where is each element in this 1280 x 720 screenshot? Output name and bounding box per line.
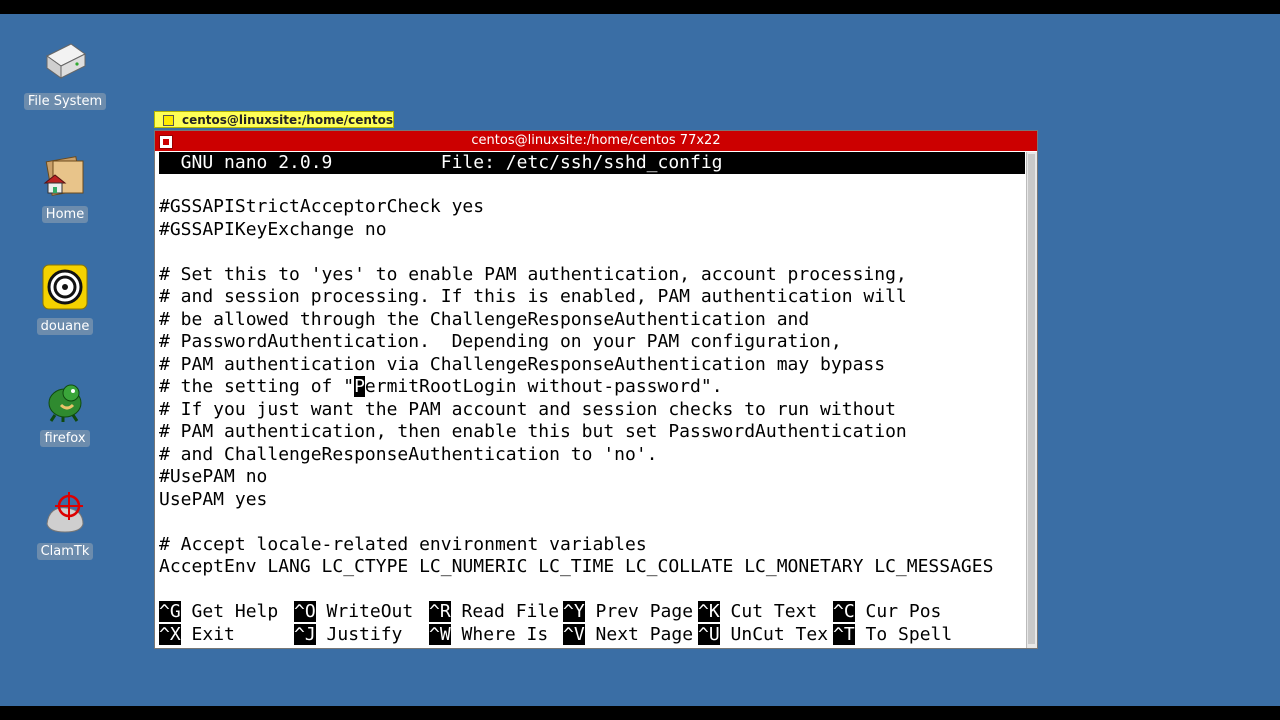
shortcut-key: ^C [833, 601, 855, 622]
shortcut-where-is[interactable]: ^W Where Is [429, 624, 559, 646]
vertical-scrollbar[interactable] [1026, 152, 1037, 648]
shortcut-exit[interactable]: ^X Exit [159, 624, 289, 646]
text-line: # Set this to 'yes' to enable PAM authen… [159, 264, 907, 285]
shortcut-label: Prev Page [584, 601, 694, 622]
shortcut-cur-pos[interactable]: ^C Cur Pos [833, 601, 941, 623]
window-menu-icon[interactable] [159, 135, 173, 149]
shortcut-label: Exit [180, 624, 290, 645]
desktop-icon-label: Home [41, 206, 89, 223]
cursor-line-after: ermitRootLogin without-password". [364, 376, 723, 397]
text-line-cursor: # the setting of "PermitRootLogin withou… [159, 376, 723, 398]
cursor-line-before: # the setting of " [159, 376, 355, 397]
text-line: #GSSAPIKeyExchange no [159, 219, 387, 240]
nano-editor[interactable]: GNU nano 2.0.9 File: /etc/ssh/sshd_confi… [159, 152, 1025, 648]
desktop-icon-label: ClamTk [36, 543, 94, 560]
shortcut-label: Justify [315, 624, 425, 645]
clamtk-icon [41, 488, 89, 536]
shortcut-key: ^Y [563, 601, 585, 622]
window-titlebar[interactable]: centos@linuxsite:/home/centos 77x22 [155, 131, 1037, 151]
shortcut-key: ^G [159, 601, 181, 622]
text-line: # PAM authentication via ChallengeRespon… [159, 354, 886, 375]
shortcut-next-page[interactable]: ^V Next Page [563, 624, 693, 646]
shortcut-key: ^T [833, 624, 855, 645]
shortcut-label: Where Is [450, 624, 560, 645]
shortcut-key: ^R [429, 601, 451, 622]
desktop-icon-label: File System [23, 93, 107, 110]
text-line: # and session processing. If this is ena… [159, 286, 907, 307]
terminal-window[interactable]: centos@linuxsite:/home/centos 77x22 GNU … [154, 130, 1038, 649]
firefox-icon [41, 375, 89, 423]
desktop-icon-firefox[interactable]: firefox [23, 375, 107, 447]
text-line: #UsePAM no [159, 466, 268, 487]
text-line: # be allowed through the ChallengeRespon… [159, 309, 810, 330]
home-folder-icon [41, 151, 89, 199]
text-line: AcceptEnv LANG LC_CTYPE LC_NUMERIC LC_TI… [159, 556, 994, 577]
shortcut-key: ^V [563, 624, 585, 645]
window-title: centos@linuxsite:/home/centos 77x22 [471, 133, 721, 148]
shortcut-key: ^K [698, 601, 720, 622]
shortcut-label: To Spell [854, 624, 953, 645]
shortcut-label: Next Page [584, 624, 694, 645]
shortcut-label: Cut Text [719, 601, 829, 622]
shortcut-key: ^X [159, 624, 181, 645]
text-line: # and ChallengeResponseAuthentication to… [159, 444, 658, 465]
shortcut-to-spell[interactable]: ^T To Spell [833, 624, 952, 646]
text-line: # If you just want the PAM account and s… [159, 399, 896, 420]
shortcut-uncut-text[interactable]: ^U UnCut Tex [698, 624, 828, 646]
shortcut-key: ^O [294, 601, 316, 622]
desktop-icon-douane[interactable]: douane [23, 263, 107, 335]
shortcut-label: WriteOut [315, 601, 425, 622]
text-line: UsePAM yes [159, 489, 268, 510]
shortcut-key: ^U [698, 624, 720, 645]
desktop-icon-clamtk[interactable]: ClamTk [23, 488, 107, 560]
nano-header: GNU nano 2.0.9 File: /etc/ssh/sshd_confi… [159, 152, 1025, 174]
shortcut-label: Read File [450, 601, 560, 622]
shortcut-writeout[interactable]: ^O WriteOut [294, 601, 424, 623]
desktop-icon-label: firefox [40, 430, 90, 447]
text-line: # Accept locale-related environment vari… [159, 534, 647, 555]
desktop-icon-home[interactable]: Home [23, 151, 107, 223]
taskbar-tab-label: centos@linuxsite:/home/centos [182, 113, 394, 127]
shortcut-key: ^J [294, 624, 316, 645]
shortcut-get-help[interactable]: ^G Get Help [159, 601, 289, 623]
desktop-icon-file-system[interactable]: File System [23, 38, 107, 110]
shortcut-read-file[interactable]: ^R Read File [429, 601, 559, 623]
text-cursor: P [354, 376, 365, 397]
desktop-icon-label: douane [36, 318, 94, 335]
shortcut-key: ^W [429, 624, 451, 645]
shortcut-prev-page[interactable]: ^Y Prev Page [563, 601, 693, 623]
text-line: #GSSAPIStrictAcceptorCheck yes [159, 196, 485, 217]
shortcut-cut-text[interactable]: ^K Cut Text [698, 601, 828, 623]
douane-icon [41, 263, 89, 311]
scrollbar-thumb[interactable] [1028, 154, 1035, 644]
shortcut-label: Cur Pos [854, 601, 942, 622]
drive-icon [41, 38, 89, 86]
taskbar-window-tab[interactable]: centos@linuxsite:/home/centos [154, 111, 394, 128]
shortcut-label: Get Help [180, 601, 290, 622]
text-line: # PAM authentication, then enable this b… [159, 421, 907, 442]
shortcut-label: UnCut Tex [719, 624, 829, 645]
window-tab-icon [163, 115, 174, 126]
shortcut-justify[interactable]: ^J Justify [294, 624, 424, 646]
text-line: # PasswordAuthentication. Depending on y… [159, 331, 842, 352]
